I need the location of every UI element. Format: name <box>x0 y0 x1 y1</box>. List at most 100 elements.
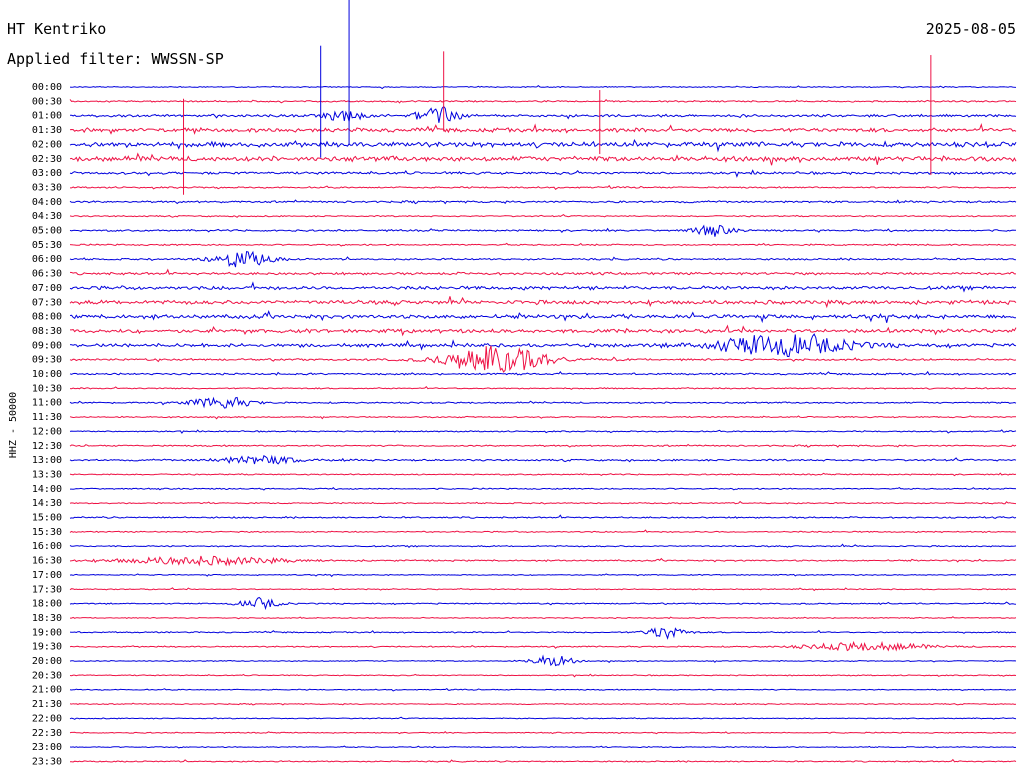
trace-line <box>69 309 1016 324</box>
time-tick-label: 07:30 <box>32 297 62 308</box>
time-tick-label: 12:00 <box>32 426 62 437</box>
time-tick-label: 05:00 <box>32 226 62 237</box>
trace-line <box>70 758 1017 763</box>
trace-line <box>69 472 1017 477</box>
time-tick-label: 04:30 <box>32 211 62 222</box>
time-tick-label: 00:30 <box>32 96 62 107</box>
time-tick-label: 03:00 <box>32 168 62 179</box>
time-tick-label: 18:00 <box>32 599 62 610</box>
time-tick-label: 17:30 <box>32 584 62 595</box>
trace-line <box>69 529 1017 534</box>
time-tick-label: 21:30 <box>32 699 62 710</box>
trace-line <box>69 345 1017 373</box>
trace-line <box>69 396 1017 409</box>
trace-line <box>69 199 1017 205</box>
trace-line <box>69 673 1017 678</box>
time-tick-label: 09:00 <box>32 340 62 351</box>
trace-line <box>69 596 1017 611</box>
time-tick-label: 16:30 <box>32 556 62 567</box>
time-tick-label: 11:00 <box>32 398 62 409</box>
time-tick-label: 01:30 <box>32 125 62 136</box>
time-tick-label: 06:30 <box>32 269 62 280</box>
trace-line <box>69 429 1017 434</box>
trace-line <box>69 702 1017 706</box>
time-tick-label: 18:30 <box>32 613 62 624</box>
time-tick-label: 05:30 <box>32 240 62 251</box>
trace-line <box>69 242 1017 247</box>
time-tick-label: 10:00 <box>32 369 62 380</box>
y-axis-label: HHZ - 50000 <box>8 392 19 458</box>
time-tick-label: 23:30 <box>32 756 62 767</box>
time-tick-label: 09:30 <box>32 355 62 366</box>
trace-line <box>69 745 1017 749</box>
trace-line <box>69 587 1017 592</box>
trace-line <box>69 250 1017 268</box>
time-tick-label: 06:00 <box>32 254 62 265</box>
helicorder-plot: 00:00 00:30 01:00 01:30 02:00 02:30 03:00 03:30… <box>8 0 1017 767</box>
trace-line <box>69 224 1017 237</box>
time-tick-label: 14:00 <box>32 484 62 495</box>
time-tick-label: 15:30 <box>32 527 62 538</box>
time-tick-label: 17:00 <box>32 570 62 581</box>
time-tick-label: 14:30 <box>32 498 62 509</box>
time-tick-label: 19:00 <box>32 627 62 638</box>
trace-line <box>70 324 1017 337</box>
trace-line <box>69 333 1017 358</box>
trace-line <box>69 573 1016 578</box>
traces-group <box>69 0 1017 763</box>
trace-line <box>69 627 1017 640</box>
time-tick-label: 13:00 <box>32 455 62 466</box>
trace-line <box>69 654 1017 667</box>
time-tick-label: 03:30 <box>32 182 62 193</box>
trace-line <box>69 296 1017 309</box>
trace-line <box>69 415 1016 420</box>
trace-line <box>69 138 1017 153</box>
trace-line <box>69 268 1016 276</box>
time-tick-label: 11:30 <box>32 412 62 423</box>
time-tick-label: 19:30 <box>32 642 62 653</box>
trace-line <box>69 385 1017 390</box>
trace-line <box>69 443 1017 448</box>
time-tick-label: 01:00 <box>32 111 62 122</box>
time-tick-label: 15:00 <box>32 513 62 524</box>
time-tick-label: 20:30 <box>32 670 62 681</box>
trace-line <box>70 105 1017 123</box>
trace-line <box>69 370 1017 376</box>
trace-line <box>69 500 1017 505</box>
time-ticks-group: 00:00 00:30 01:00 01:30 02:00 02:30 03:00 03:30… <box>32 82 62 767</box>
trace-line <box>69 716 1017 720</box>
trace-line <box>69 514 1017 519</box>
trace-line <box>69 152 1017 166</box>
trace-line <box>69 123 1017 135</box>
time-tick-label: 10:30 <box>32 383 62 394</box>
time-tick-label: 16:00 <box>32 541 62 552</box>
time-tick-label: 12:30 <box>32 441 62 452</box>
trace-line <box>69 169 1017 178</box>
trace-line <box>69 98 1017 104</box>
trace-line <box>69 84 1017 90</box>
trace-line <box>69 687 1017 692</box>
trace-line <box>70 487 1017 491</box>
time-tick-label: 21:00 <box>32 685 62 696</box>
time-tick-label: 02:30 <box>32 154 62 165</box>
trace-line <box>70 184 1017 190</box>
trace-line <box>69 640 1017 652</box>
time-tick-label: 00:00 <box>32 82 62 93</box>
trace-line <box>69 454 1017 465</box>
time-tick-label: 04:00 <box>32 197 62 208</box>
trace-line <box>69 213 1016 218</box>
time-tick-label: 08:30 <box>32 326 62 337</box>
trace-line <box>69 555 1017 567</box>
time-tick-label: 08:00 <box>32 312 62 323</box>
trace-line <box>69 281 1017 293</box>
trace-line <box>70 616 1017 620</box>
time-tick-label: 07:00 <box>32 283 62 294</box>
time-tick-label: 20:00 <box>32 656 62 667</box>
time-tick-label: 22:30 <box>32 728 62 739</box>
time-tick-label: 23:00 <box>32 742 62 753</box>
time-tick-label: 13:30 <box>32 469 62 480</box>
trace-line <box>69 543 1017 548</box>
time-tick-label: 22:00 <box>32 713 62 724</box>
trace-line <box>69 731 1017 735</box>
time-tick-label: 02:00 <box>32 139 62 150</box>
